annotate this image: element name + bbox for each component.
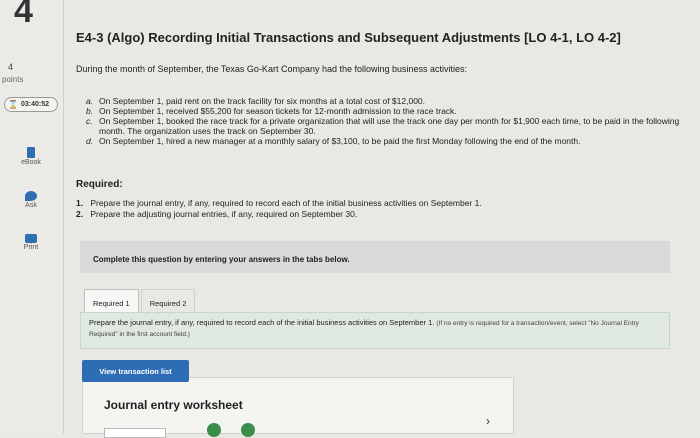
requirement-text: Prepare the journal entry, if any, requi… bbox=[90, 198, 482, 208]
ask-icon bbox=[25, 191, 37, 201]
question-number: 4 bbox=[14, 0, 33, 30]
activity-text: On September 1, booked the race track fo… bbox=[99, 116, 680, 136]
ebook-icon bbox=[27, 147, 35, 158]
activity-letter: b. bbox=[86, 106, 94, 116]
activity-text: On September 1, received $55,200 for sea… bbox=[99, 106, 457, 116]
view-transaction-list-button[interactable]: View transaction list bbox=[82, 360, 189, 382]
requirement-item: 1. Prepare the journal entry, if any, re… bbox=[76, 198, 482, 209]
prompt-text: Prepare the journal entry, if any, requi… bbox=[89, 318, 435, 327]
ebook-button[interactable]: eBook bbox=[6, 147, 56, 166]
print-label: Print bbox=[23, 244, 39, 251]
requirement-number: 2. bbox=[76, 209, 84, 219]
activity-item: b. On September 1, received $55,200 for … bbox=[86, 106, 686, 116]
points-value: 4 bbox=[8, 62, 14, 72]
print-button[interactable]: Print bbox=[6, 234, 56, 251]
requirement-number: 1. bbox=[76, 198, 84, 208]
question-title: E4-3 (Algo) Recording Initial Transactio… bbox=[76, 30, 621, 45]
step-indicator[interactable] bbox=[241, 423, 255, 437]
activity-item: d. On September 1, hired a new manager a… bbox=[86, 136, 686, 146]
ask-button[interactable]: Ask bbox=[6, 191, 56, 209]
worksheet-title: Journal entry worksheet bbox=[104, 398, 243, 412]
worksheet-entry-box[interactable] bbox=[104, 428, 166, 438]
prompt-box: Prepare the journal entry, if any, requi… bbox=[80, 312, 670, 349]
activity-letter: a. bbox=[86, 96, 94, 106]
activity-text: On September 1, paid rent on the track f… bbox=[99, 96, 426, 106]
sidebar: 4 4 points ⌛ 03:40:52 eBook Ask Print bbox=[0, 0, 64, 434]
activity-letter: d. bbox=[86, 136, 94, 146]
question-intro: During the month of September, the Texas… bbox=[76, 64, 468, 74]
instructions-banner: Complete this question by entering your … bbox=[80, 241, 670, 273]
activity-list: a. On September 1, paid rent on the trac… bbox=[86, 96, 686, 146]
timer-text: 03:40:52 bbox=[20, 101, 49, 108]
timer-icon: ⌛ bbox=[8, 100, 18, 109]
activity-text: On September 1, hired a new manager at a… bbox=[99, 136, 581, 146]
chevron-right-icon[interactable]: › bbox=[486, 414, 490, 428]
ask-label: Ask bbox=[25, 202, 37, 209]
step-indicator[interactable] bbox=[207, 423, 221, 437]
activity-item: a. On September 1, paid rent on the trac… bbox=[86, 96, 686, 106]
points-label: points bbox=[2, 75, 24, 84]
ebook-label: eBook bbox=[21, 159, 41, 166]
requirement-list: 1. Prepare the journal entry, if any, re… bbox=[76, 198, 482, 220]
timer[interactable]: ⌛ 03:40:52 bbox=[4, 97, 58, 112]
requirement-text: Prepare the adjusting journal entries, i… bbox=[90, 209, 358, 219]
activity-item: c. On September 1, booked the race track… bbox=[86, 116, 686, 136]
activity-letter: c. bbox=[86, 116, 93, 126]
required-heading: Required: bbox=[76, 179, 123, 190]
print-icon bbox=[25, 234, 37, 243]
requirement-item: 2. Prepare the adjusting journal entries… bbox=[76, 209, 482, 220]
